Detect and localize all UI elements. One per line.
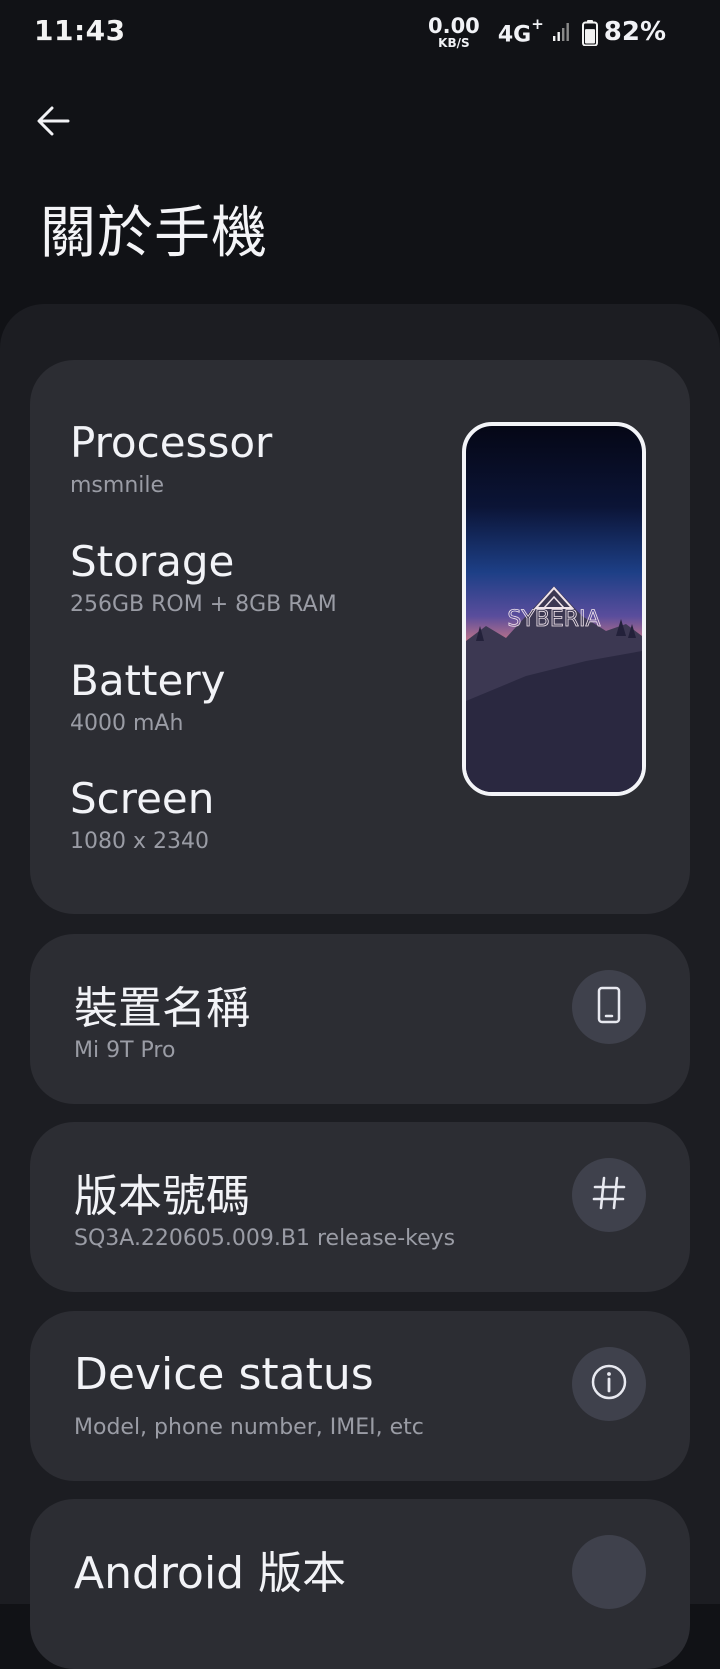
page-title: 關於手機 <box>40 201 268 266</box>
device-name-item[interactable]: 裝置名稱 Mi 9T Pro <box>30 934 690 1104</box>
item-subtitle: Mi 9T Pro <box>74 1038 176 1063</box>
spec-label: Screen <box>70 774 215 823</box>
wallpaper-text: SYBERIA <box>507 607 600 632</box>
icon-circle <box>572 970 646 1044</box>
item-title: Android 版本 <box>74 1548 347 1599</box>
spec-processor: Processor msmnile <box>70 418 272 498</box>
network-speed: 0.00 KB/S <box>428 16 480 50</box>
spec-label: Storage <box>70 537 235 586</box>
item-subtitle: SQ3A.220605.009.B1 release-keys <box>74 1226 456 1251</box>
battery-percent: 82% <box>603 17 666 47</box>
item-title: 版本號碼 <box>74 1171 250 1222</box>
spec-value: 256GB ROM + 8GB RAM <box>70 592 337 617</box>
network-speed-value: 0.00 <box>427 14 480 38</box>
arrow-left-icon <box>36 106 70 140</box>
spec-battery: Battery 4000 mAh <box>70 656 225 736</box>
device-status-item[interactable]: Device status Model, phone number, IMEI,… <box>30 1311 690 1481</box>
signal-icon <box>552 22 570 46</box>
build-number-item[interactable]: 版本號碼 SQ3A.220605.009.B1 release-keys <box>30 1122 690 1292</box>
status-bar: 11:43 0.00 KB/S 4G+ 82% <box>0 0 720 68</box>
hash-icon <box>591 1175 627 1215</box>
wallpaper-image: SYBERIA <box>466 586 642 792</box>
item-title: 裝置名稱 <box>74 983 250 1034</box>
smartphone-icon <box>596 986 622 1028</box>
network-speed-unit: KB/S <box>438 36 470 50</box>
android-version-item[interactable]: Android 版本 <box>30 1499 690 1669</box>
status-icons: 0.00 KB/S 4G+ 82% <box>428 14 666 54</box>
battery-icon <box>581 20 598 50</box>
item-subtitle: Model, phone number, IMEI, etc <box>74 1415 424 1440</box>
back-button[interactable] <box>30 100 76 146</box>
spec-screen: Screen 1080 x 2340 <box>70 774 214 854</box>
status-time: 11:43 <box>34 14 126 47</box>
item-title: Device status <box>74 1349 374 1400</box>
spec-storage: Storage 256GB ROM + 8GB RAM <box>70 537 337 617</box>
phone-preview: SYBERIA <box>462 422 646 796</box>
spec-value: 1080 x 2340 <box>70 829 209 854</box>
spec-value: 4000 mAh <box>70 711 184 736</box>
info-icon <box>590 1363 628 1405</box>
icon-circle <box>572 1535 646 1609</box>
specs-card: Processor msmnile Storage 256GB ROM + 8G… <box>30 360 690 914</box>
spec-label: Processor <box>70 418 273 467</box>
spec-label: Battery <box>70 656 226 705</box>
spec-value: msmnile <box>70 473 165 498</box>
icon-circle <box>572 1347 646 1421</box>
network-type: 4G+ <box>497 15 544 48</box>
icon-circle <box>572 1158 646 1232</box>
